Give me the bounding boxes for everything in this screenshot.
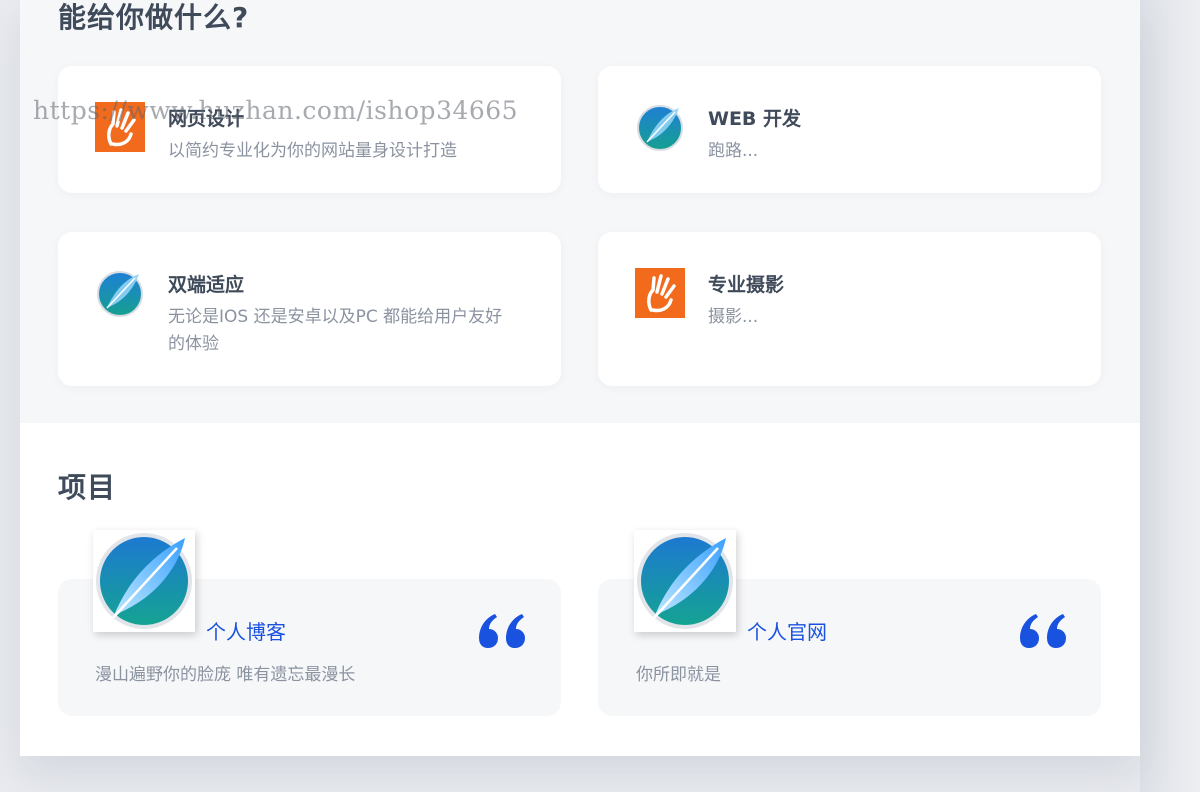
service-card-web-dev[interactable]: WEB 开发 跑路... (598, 66, 1101, 193)
service-title: WEB 开发 (708, 108, 802, 130)
content-panel: 能给你做什么? 网页设计 以简约专业化为你的网站量身设计打造 WEB 开发 跑路… (20, 0, 1140, 756)
quote-icon (479, 614, 525, 648)
services-heading: 能给你做什么? (58, 1, 250, 34)
projects-heading: 项目 (58, 471, 117, 504)
project-name[interactable]: 个人博客 (206, 616, 286, 645)
project-thumbnail[interactable] (93, 530, 195, 632)
quote-icon (1020, 614, 1066, 648)
service-desc: 跑路... (708, 141, 759, 161)
project-name[interactable]: 个人官网 (747, 616, 827, 645)
feather-icon (637, 533, 733, 629)
feather-icon (96, 533, 192, 629)
service-title: 双端适应 (168, 274, 245, 296)
feather-icon (637, 105, 683, 151)
hand-icon (635, 268, 685, 318)
service-title: 专业摄影 (708, 274, 785, 296)
service-card-photography[interactable]: 专业摄影 摄影... (598, 232, 1101, 386)
service-card-web-design[interactable]: 网页设计 以简约专业化为你的网站量身设计打造 (58, 66, 561, 193)
service-desc: 以简约专业化为你的网站量身设计打造 (168, 141, 457, 161)
project-desc: 漫山遍野你的脸庞 唯有遗忘最漫长 (95, 665, 356, 685)
service-card-responsive[interactable]: 双端适应 无论是IOS 还是安卓以及PC 都能给用户友好的体验 (58, 232, 561, 386)
service-title: 网页设计 (168, 108, 245, 130)
project-desc: 你所即就是 (636, 665, 721, 685)
project-thumbnail[interactable] (634, 530, 736, 632)
service-desc: 无论是IOS 还是安卓以及PC 都能给用户友好的体验 (168, 307, 503, 354)
hand-icon (95, 102, 145, 152)
background-strip (1140, 0, 1200, 792)
service-desc: 摄影... (708, 307, 759, 327)
services-section: 能给你做什么? 网页设计 以简约专业化为你的网站量身设计打造 WEB 开发 跑路… (20, 0, 1140, 423)
feather-icon (97, 271, 143, 317)
